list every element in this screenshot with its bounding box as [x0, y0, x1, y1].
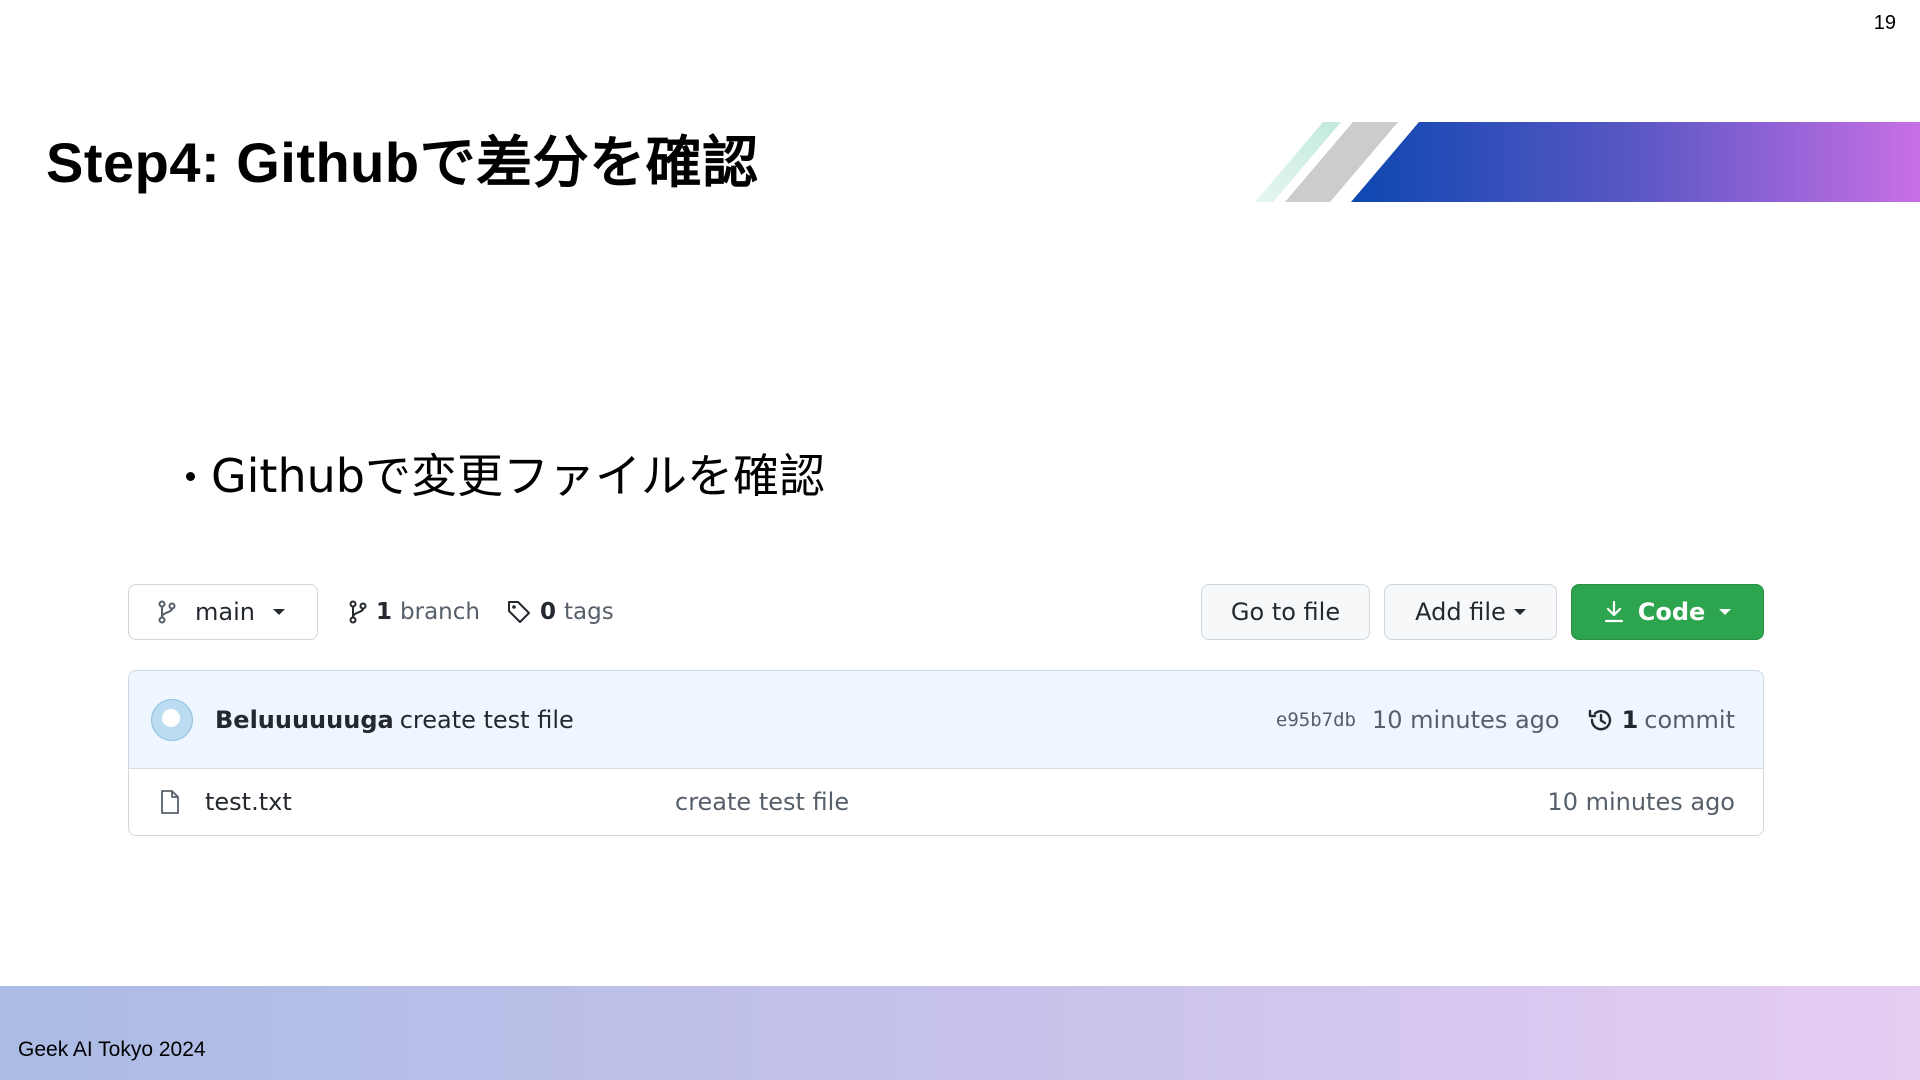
go-to-file-button[interactable]: Go to file — [1201, 584, 1370, 640]
bullet-item: Githubで変更ファイルを確認 — [186, 440, 825, 506]
chevron-down-icon — [1513, 609, 1526, 615]
slide-title: Step4: Githubで差分を確認 — [46, 131, 759, 194]
gradient-band — [1351, 122, 1920, 202]
branch-selector-button[interactable]: main — [128, 584, 318, 640]
tag-count: 0 — [540, 599, 557, 625]
file-list: Beluuuuuuga create test file e95b7db 10 … — [128, 670, 1764, 836]
repo-toolbar: main 1 branch 0 tags Go to file Add file — [128, 584, 1764, 642]
add-file-button[interactable]: Add file — [1384, 584, 1557, 640]
commit-history-link[interactable]: 1 commit — [1586, 705, 1735, 735]
file-commit-message[interactable]: create test file — [675, 788, 849, 816]
bullet-text: Githubで変更ファイルを確認 — [211, 449, 825, 503]
code-label: Code — [1637, 598, 1706, 626]
bullet-dot — [186, 471, 195, 481]
branch-label: branch — [400, 599, 480, 625]
tag-icon — [508, 601, 530, 623]
commit-time: 10 minutes ago — [1372, 705, 1560, 734]
branch-name: main — [195, 598, 255, 626]
commit-message[interactable]: create test file — [400, 706, 574, 734]
avatar[interactable] — [151, 698, 193, 741]
commit-sha[interactable]: e95b7db — [1276, 709, 1356, 731]
latest-commit-row: Beluuuuuuga create test file e95b7db 10 … — [129, 671, 1763, 769]
footer-bar: Geek AI Tokyo 2024 — [0, 986, 1920, 1080]
add-file-label: Add file — [1415, 598, 1506, 626]
chevron-down-icon — [1719, 609, 1732, 615]
github-repo-panel: main 1 branch 0 tags Go to file Add file — [128, 584, 1764, 836]
page-number: 19 — [1873, 12, 1896, 34]
file-time: 10 minutes ago — [1547, 788, 1735, 816]
branches-link[interactable]: 1 branch — [348, 584, 480, 640]
tag-label: tags — [564, 599, 614, 625]
download-icon — [1604, 600, 1623, 623]
code-button[interactable]: Code — [1571, 584, 1764, 640]
tags-link[interactable]: 0 tags — [506, 584, 614, 640]
git-branch-icon — [349, 600, 367, 624]
file-icon — [161, 790, 179, 814]
branch-count: 1 — [376, 599, 393, 625]
git-branch-icon — [158, 600, 176, 624]
file-name[interactable]: test.txt — [205, 788, 675, 816]
commit-author[interactable]: Beluuuuuuga — [215, 706, 394, 734]
history-icon — [1588, 709, 1611, 730]
commit-count: 1 — [1621, 705, 1639, 734]
file-row: test.txt create test file 10 minutes ago — [129, 769, 1763, 835]
commit-label: commit — [1644, 705, 1735, 734]
footer-text: Geek AI Tokyo 2024 — [18, 1038, 206, 1061]
chevron-down-icon — [272, 609, 285, 615]
header-decoration — [1255, 122, 1920, 202]
